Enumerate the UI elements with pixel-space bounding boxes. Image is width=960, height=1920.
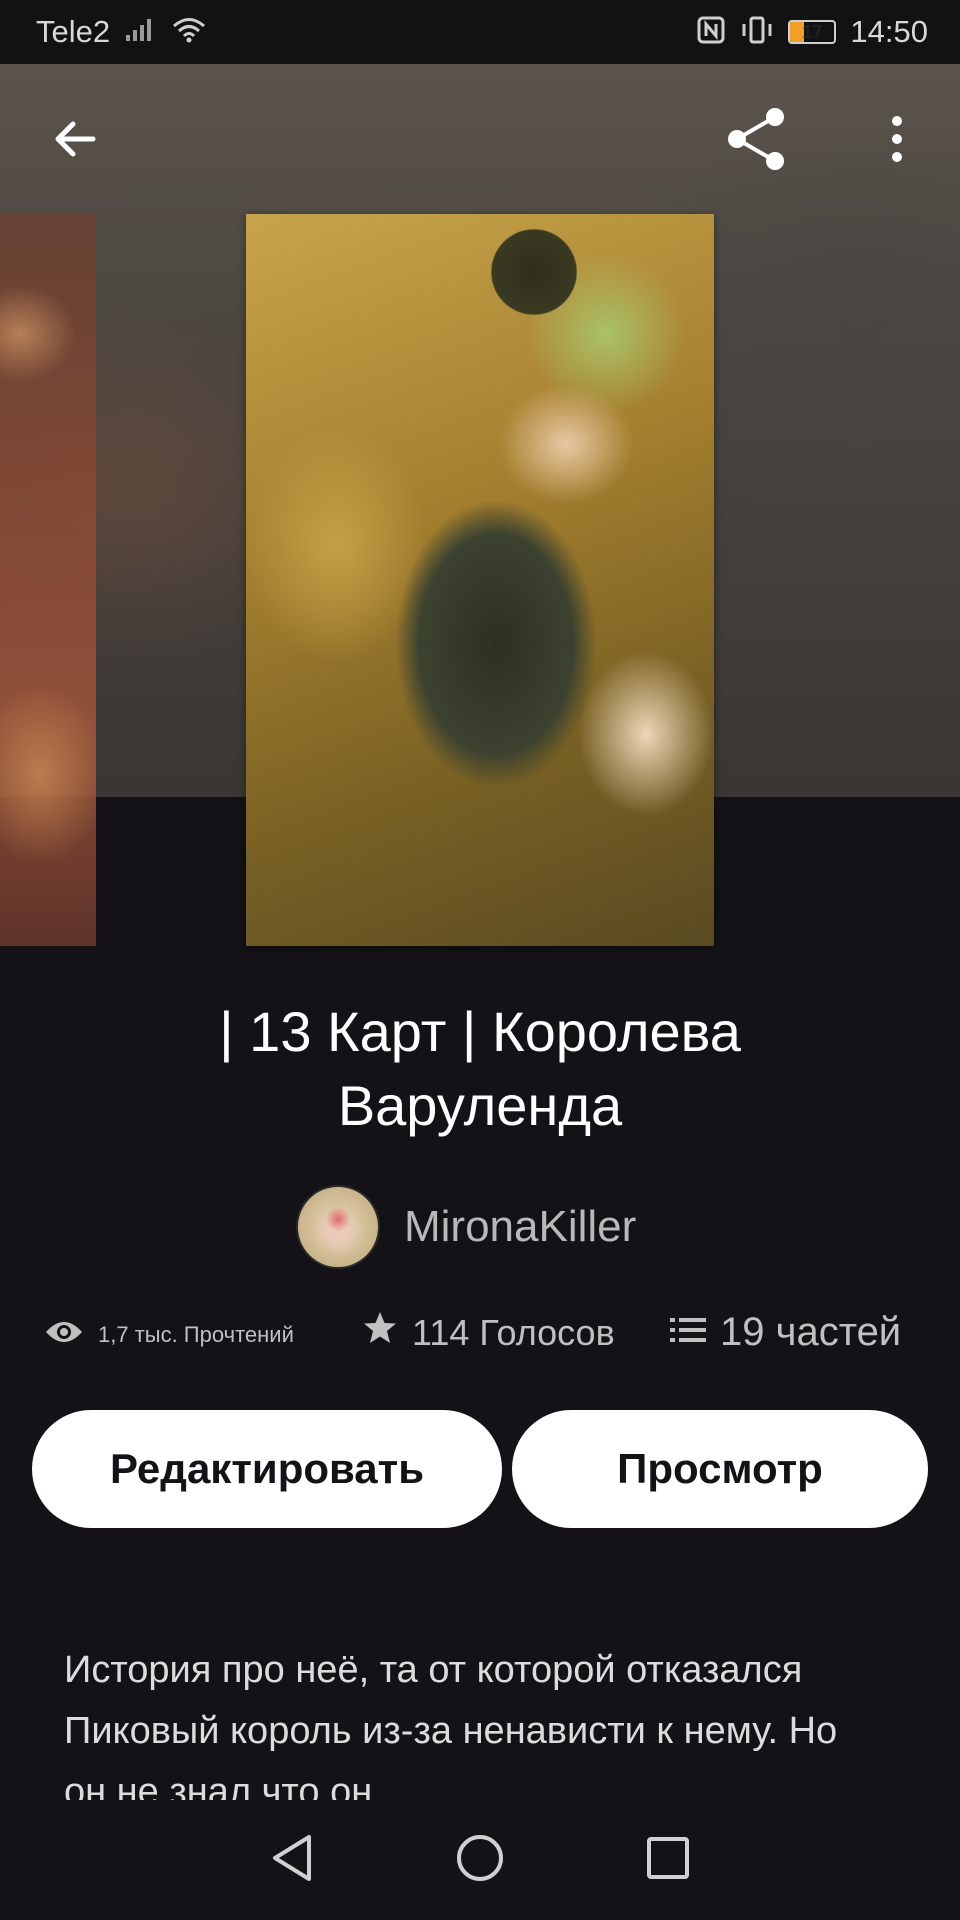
share-icon[interactable] bbox=[712, 94, 802, 184]
nfc-icon bbox=[696, 15, 726, 49]
previous-story-cover[interactable] bbox=[0, 214, 96, 946]
battery-icon: 17 bbox=[788, 20, 837, 44]
parts-stat: 19 частей bbox=[670, 1310, 901, 1355]
story-cover-image[interactable] bbox=[246, 214, 714, 946]
reads-count: 1,7 тыс. Прочтений bbox=[98, 1322, 294, 1347]
signal-icon bbox=[124, 17, 158, 47]
battery-level: 17 bbox=[802, 21, 823, 42]
wifi-icon bbox=[172, 16, 206, 48]
status-bar: Tele2 17 14:50 bbox=[0, 0, 960, 64]
story-stats: 1,7 тыс. Прочтений 114 Голосов 19 частей bbox=[44, 1310, 924, 1370]
author-row[interactable]: MironaKiller bbox=[296, 1185, 636, 1269]
nav-home-icon[interactable] bbox=[455, 1833, 505, 1888]
vibrate-icon bbox=[740, 15, 774, 49]
preview-button[interactable]: Просмотр bbox=[512, 1410, 928, 1528]
parts-count: 19 частей bbox=[720, 1310, 902, 1354]
eye-icon bbox=[44, 1318, 84, 1352]
clock: 14:50 bbox=[850, 14, 928, 49]
author-avatar[interactable] bbox=[296, 1185, 380, 1269]
star-icon bbox=[362, 1310, 398, 1355]
nav-recents-icon[interactable] bbox=[645, 1835, 691, 1886]
system-nav-bar bbox=[0, 1800, 960, 1920]
story-description[interactable]: История про неё, та от которой отказался… bbox=[64, 1640, 864, 1812]
author-name[interactable]: MironaKiller bbox=[404, 1202, 636, 1252]
edit-button[interactable]: Редактировать bbox=[32, 1410, 502, 1528]
list-icon bbox=[670, 1310, 706, 1355]
story-title: | 13 Карт | Королева Варуленда bbox=[219, 1000, 741, 1137]
votes-count: 114 Голосов bbox=[412, 1311, 615, 1353]
nav-back-icon[interactable] bbox=[269, 1833, 315, 1888]
top-toolbar bbox=[0, 64, 960, 214]
back-arrow-icon[interactable] bbox=[30, 94, 120, 184]
reads-stat: 1,7 тыс. Прочтений bbox=[44, 1318, 294, 1352]
carrier-label: Tele2 bbox=[36, 14, 111, 49]
votes-stat: 114 Голосов bbox=[362, 1310, 615, 1355]
more-vert-icon[interactable] bbox=[852, 94, 942, 184]
